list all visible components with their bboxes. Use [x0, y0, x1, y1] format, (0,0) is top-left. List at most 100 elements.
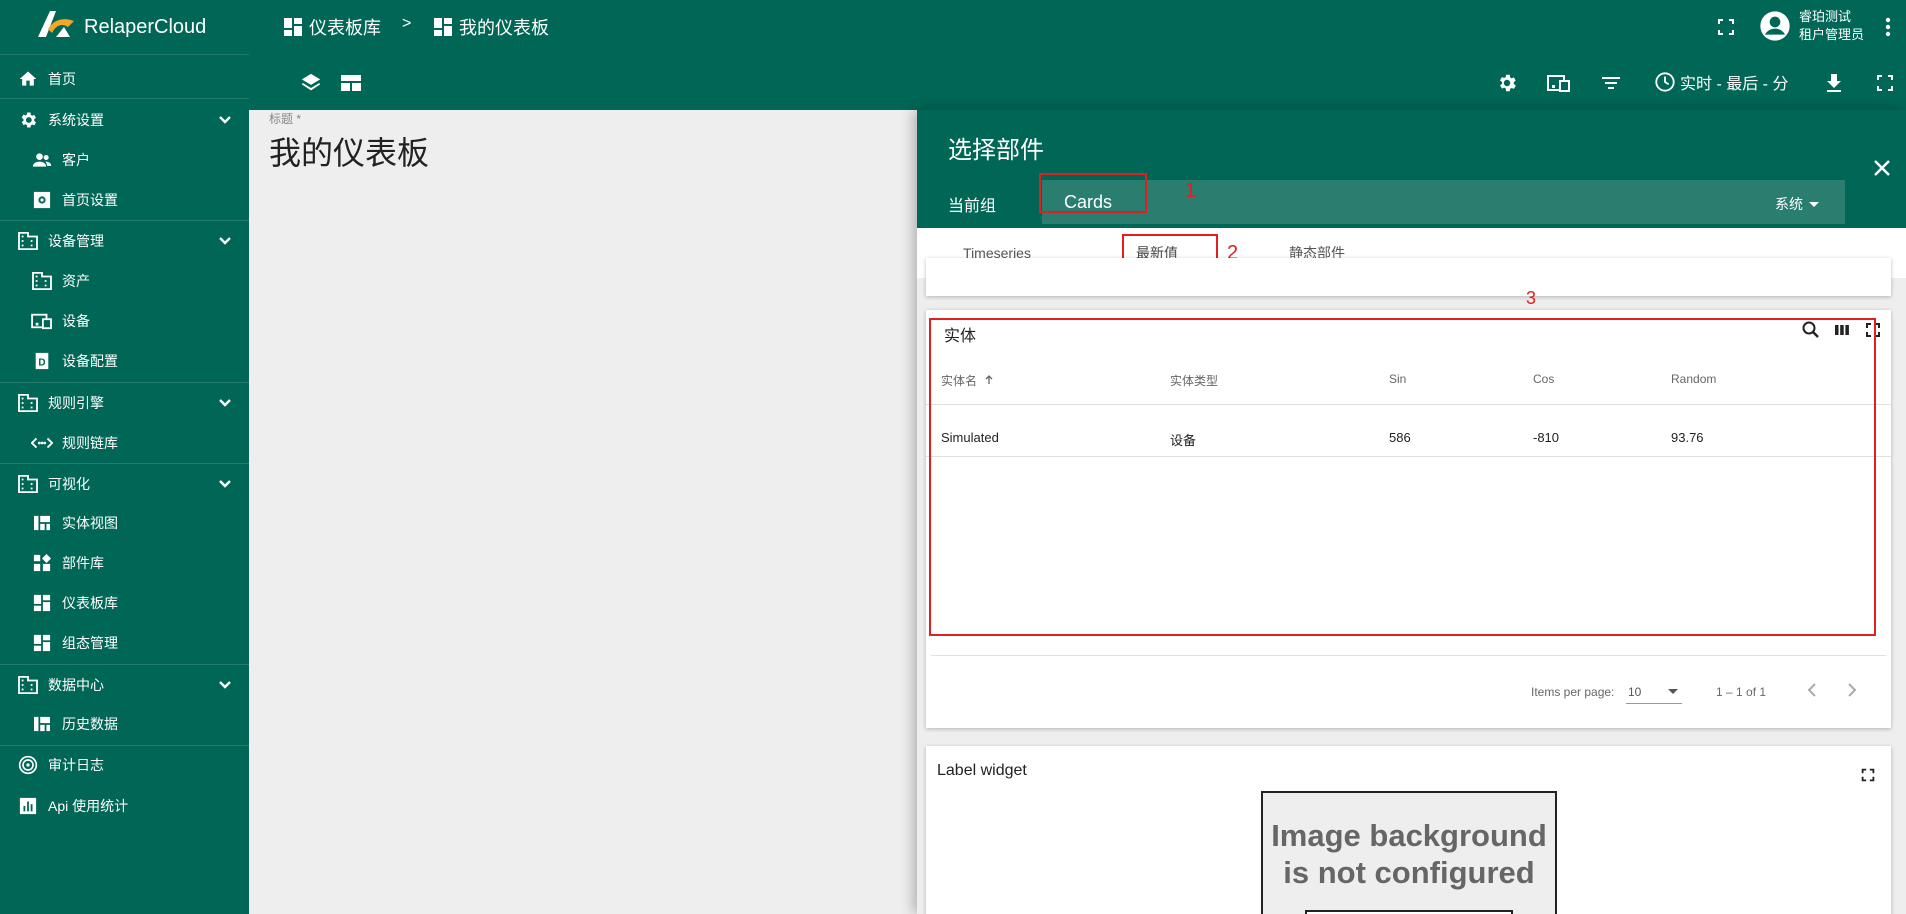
sidebar-item-history-data[interactable]: 历史数据 — [0, 705, 249, 743]
chevron-down-icon[interactable] — [217, 112, 233, 128]
dashboard-canvas: 标题 * 我的仪表板 — [249, 110, 917, 914]
label-box — [1305, 910, 1513, 914]
sidebar-item-label: 资产 — [62, 273, 90, 289]
building-icon — [16, 472, 40, 496]
annotation-box-1 — [1039, 173, 1147, 213]
gear-box-icon — [30, 188, 54, 212]
annotation-number-3: 3 — [1526, 288, 1537, 308]
layers-icon[interactable] — [299, 71, 323, 95]
more-vert-icon[interactable] — [1876, 15, 1900, 39]
filter-icon[interactable] — [1599, 71, 1623, 95]
sidebar-item-scada-management[interactable]: 组态管理 — [0, 624, 249, 662]
entity-view-icon — [30, 511, 54, 535]
building-icon — [16, 391, 40, 415]
items-per-page-select[interactable]: 10 — [1626, 678, 1682, 704]
chevron-down-icon[interactable] — [217, 677, 233, 693]
chevron-right-icon[interactable] — [1840, 678, 1864, 702]
sidebar-item-audit-logs[interactable]: 审计日志 — [0, 746, 249, 784]
sidebar-item-label: Api 使用统计 — [48, 798, 129, 814]
sidebar-item-api-usage[interactable]: Api 使用统计 — [0, 787, 249, 825]
breadcrumb-dashboards[interactable]: 仪表板库 — [283, 14, 381, 40]
entity-view-icon — [30, 712, 54, 736]
breadcrumb-current: 我的仪表板 — [433, 14, 549, 40]
paginator-divider — [931, 655, 1886, 656]
device-icon — [30, 309, 54, 333]
device-profile-icon: D — [30, 349, 54, 373]
devices-icon[interactable] — [1547, 71, 1571, 95]
dashboard-toolbar: 实时 - 最后 - 分 — [249, 55, 1906, 110]
user-role: 租户管理员 — [1798, 27, 1864, 42]
panel-title: 选择部件 — [948, 137, 1044, 164]
sidebar-item-widgets-library[interactable]: 部件库 — [0, 544, 249, 582]
sidebar-item-label: 首页设置 — [62, 192, 118, 208]
widget-card-entities-table[interactable]: 实体 实体名 实体类型 Sin Cos Random Simulated 设备 … — [926, 310, 1891, 728]
dashboard-icon — [434, 18, 452, 36]
audit-icon — [16, 753, 40, 777]
sidebar-item-label: 组态管理 — [62, 635, 118, 651]
items-per-page-label: Items per page: — [1531, 685, 1615, 699]
sidebar-item-label: 历史数据 — [62, 716, 118, 732]
chevron-left-icon[interactable] — [1800, 678, 1824, 702]
widgets-icon — [30, 551, 54, 575]
chart-icon — [16, 794, 40, 818]
widget-card-previous[interactable] — [926, 258, 1891, 296]
sidebar-item-dashboards[interactable]: 仪表板库 — [0, 584, 249, 622]
sidebar-item-customers[interactable]: 客户 — [0, 141, 249, 179]
download-icon[interactable] — [1822, 71, 1846, 95]
dashboard-title-input[interactable]: 我的仪表板 — [269, 128, 429, 174]
widget-group-select[interactable]: Cards 系统 — [1042, 180, 1845, 224]
sidebar-item-label: 客户 — [62, 152, 90, 168]
arrow-drop-down-icon — [1809, 202, 1819, 207]
image-placeholder-line-1: Image background — [1271, 818, 1547, 853]
sidebar-item-label: 审计日志 — [48, 757, 104, 773]
sidebar-item-visualization[interactable]: 可视化 — [0, 465, 249, 503]
layout-icon[interactable] — [339, 71, 363, 95]
widget-group-scope[interactable]: 系统 — [1775, 194, 1821, 214]
dashboard-icon — [30, 631, 54, 655]
widget-list: 3 实体 实体名 实体类型 Sin Cos Random Simulated 设… — [917, 258, 1906, 914]
fullscreen-icon[interactable] — [1714, 15, 1738, 39]
sidebar-item-device-management[interactable]: 设备管理 — [0, 222, 249, 260]
logo[interactable]: RelaperCloud — [0, 0, 249, 55]
timewindow-button[interactable]: 实时 - 最后 - 分 — [1654, 70, 1788, 94]
sidebar-item-label: 设备配置 — [62, 353, 118, 369]
page-range-label: 1 – 1 of 1 — [1716, 685, 1767, 699]
sidebar-item-entity-views[interactable]: 实体视图 — [0, 504, 249, 542]
sidebar-item-system-settings[interactable]: 系统设置 — [0, 101, 249, 139]
sidebar-item-rule-engine[interactable]: 规则引擎 — [0, 384, 249, 422]
sidebar-item-home-settings[interactable]: 首页设置 — [0, 181, 249, 219]
sidebar-item-devices[interactable]: 设备 — [0, 302, 249, 340]
close-icon[interactable] — [1870, 156, 1894, 180]
chevron-down-icon[interactable] — [217, 476, 233, 492]
widget-card-label-widget[interactable]: Label widget Image background is not con… — [926, 746, 1891, 914]
building-icon — [16, 673, 40, 697]
chevron-down-icon[interactable] — [217, 395, 233, 411]
sidebar-item-label: 设备管理 — [48, 233, 104, 249]
top-toolbar: 仪表板库 > 我的仪表板 睿珀测试 租户管理员 — [249, 0, 1906, 55]
sidebar-item-assets[interactable]: 资产 — [0, 262, 249, 300]
fullscreen-icon[interactable] — [1873, 71, 1897, 95]
svg-text:D: D — [38, 358, 45, 369]
panel-header: 选择部件 当前组 Cards 系统 1 — [917, 110, 1906, 228]
timewindow-label: 实时 - 最后 - 分 — [1680, 76, 1789, 93]
scope-label: 系统 — [1775, 196, 1803, 212]
arrow-drop-down-icon — [1668, 689, 1678, 694]
logo-icon — [38, 11, 74, 37]
sidebar-item-home[interactable]: 首页 — [0, 60, 249, 98]
home-icon — [16, 67, 40, 91]
sidebar-item-device-profiles[interactable]: D 设备配置 — [0, 342, 249, 380]
fullscreen-icon[interactable] — [1859, 766, 1877, 784]
settings-icon[interactable] — [1495, 71, 1519, 95]
sidebar-item-label: 首页 — [48, 71, 76, 87]
sidebar-item-rule-chains[interactable]: 规则链库 — [0, 424, 249, 462]
chevron-down-icon[interactable] — [217, 233, 233, 249]
sidebar-item-label: 数据中心 — [48, 677, 104, 693]
user-menu[interactable]: 睿珀测试 租户管理员 — [1759, 8, 1864, 44]
user-name: 睿珀测试 — [1798, 9, 1851, 24]
image-placeholder-text: Image background is not configured — [1263, 817, 1555, 891]
sidebar-item-data-center[interactable]: 数据中心 — [0, 666, 249, 704]
breadcrumb-label: 仪表板库 — [309, 18, 381, 38]
sidebar-item-label: 仪表板库 — [62, 595, 118, 611]
sidebar-item-label: 部件库 — [62, 555, 104, 571]
items-per-page-value: 10 — [1628, 685, 1642, 699]
